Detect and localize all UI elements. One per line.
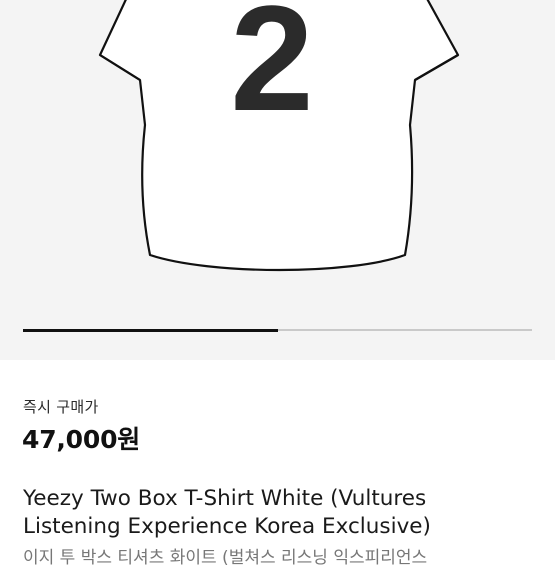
tshirt-illustration: 2	[98, 0, 460, 272]
jersey-number: 2	[230, 0, 313, 142]
price-label: 즉시 구매가	[23, 398, 99, 416]
slide-progress-fill	[23, 328, 278, 332]
product-subtitle: 이지 투 박스 티셔츠 화이트 (벌쳐스 리스닝 익스피리언스	[23, 548, 428, 568]
product-title-line2: Listening Experience Korea Exclusive)	[23, 514, 431, 539]
product-title-line1: Yeezy Two Box T-Shirt White (Vultures	[23, 486, 427, 511]
product-image-gallery[interactable]: 2	[0, 0, 555, 360]
slide-progress-bar	[23, 328, 532, 332]
price-value: 47,000원	[22, 425, 141, 454]
product-title: Yeezy Two Box T-Shirt White (Vultures Li…	[23, 485, 543, 541]
